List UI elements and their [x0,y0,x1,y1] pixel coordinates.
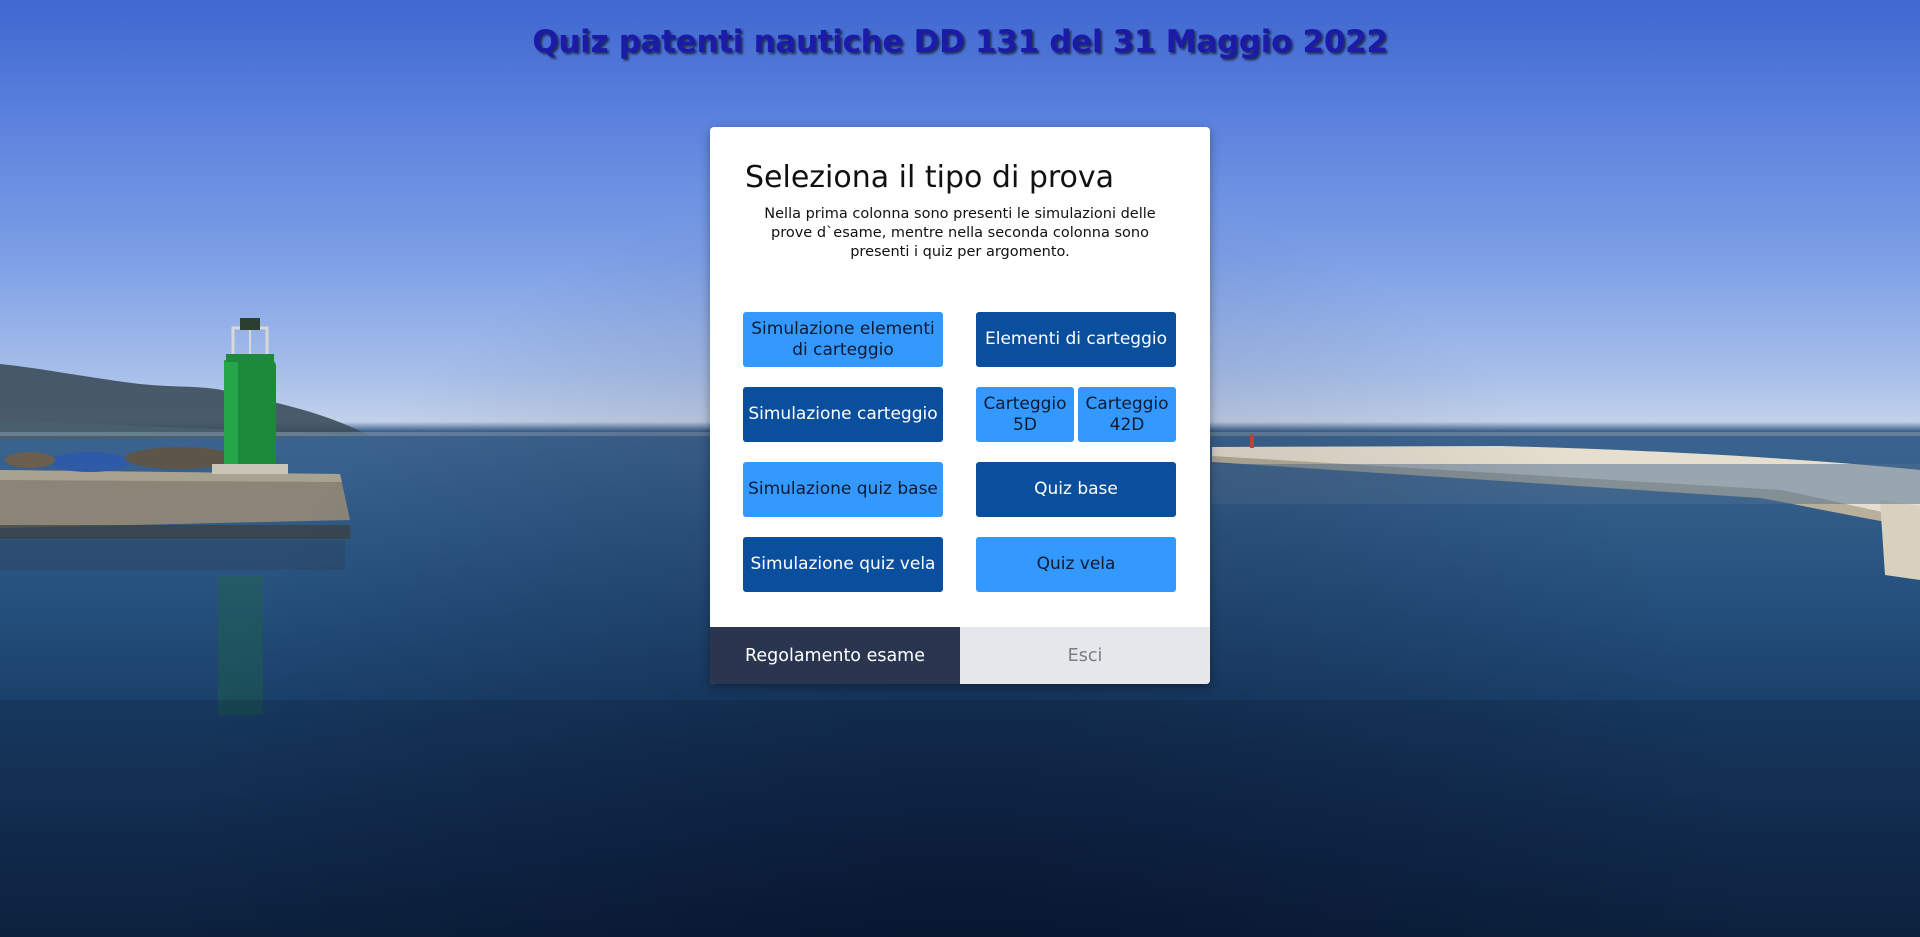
simulazione-quiz-base-button[interactable]: Simulazione quiz base [743,462,943,517]
carteggio-5d-button[interactable]: Carteggio 5D [976,387,1074,442]
dialog-description: Nella prima colonna sono presenti le sim… [764,206,1156,260]
dialog-heading: Seleziona il tipo di prova [745,160,1115,195]
quiz-vela-button[interactable]: Quiz vela [976,537,1176,592]
elementi-carteggio-button[interactable]: Elementi di carteggio [976,312,1176,367]
esci-button[interactable]: Esci [960,627,1210,684]
simulazione-carteggio-button[interactable]: Simulazione carteggio [743,387,943,442]
simulazione-quiz-vela-button[interactable]: Simulazione quiz vela [743,537,943,592]
test-type-dialog: Seleziona il tipo di prova Nella prima c… [710,127,1210,684]
quiz-base-button[interactable]: Quiz base [976,462,1176,517]
carteggio-42d-button[interactable]: Carteggio 42D [1078,387,1176,442]
page-title: Quiz patenti nautiche DD 131 del 31 Magg… [532,24,1388,60]
simulazione-elementi-carteggio-button[interactable]: Simulazione elementi di carteggio [743,312,943,367]
regolamento-esame-button[interactable]: Regolamento esame [710,627,960,684]
